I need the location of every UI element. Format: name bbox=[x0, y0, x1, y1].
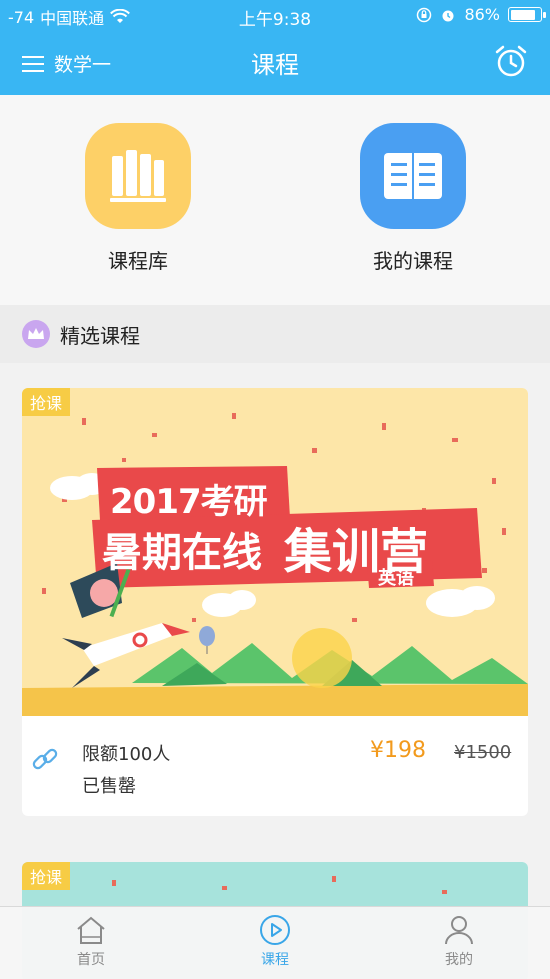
course-price: ¥198 bbox=[370, 738, 426, 763]
banner-artwork bbox=[22, 413, 528, 716]
tab-home-label: 首页 bbox=[77, 952, 105, 968]
battery-percent: 86% bbox=[464, 5, 500, 24]
home-icon bbox=[77, 916, 105, 944]
page-title: 课程 bbox=[251, 51, 299, 79]
link-icon bbox=[32, 748, 58, 770]
tab-courses[interactable]: 课程 bbox=[220, 913, 330, 969]
course-tag: 抢课 bbox=[22, 388, 71, 416]
tab-bar: 首页 课程 我的 bbox=[0, 906, 550, 979]
course-tag: 抢课 bbox=[22, 862, 71, 890]
course-card[interactable]: 抢课 bbox=[22, 388, 528, 816]
quick-entry-panel: 课程库 我的课程 bbox=[0, 95, 550, 305]
alarm-status-icon bbox=[442, 10, 454, 21]
battery-fill bbox=[510, 9, 535, 20]
alarm-clock-icon[interactable] bbox=[494, 44, 528, 78]
banner-title-line1: 2017考研 bbox=[110, 482, 268, 522]
course-library-icon bbox=[85, 123, 191, 229]
book-icon bbox=[360, 123, 466, 229]
banner-subject: 英语 bbox=[378, 568, 414, 589]
tab-home[interactable]: 首页 bbox=[36, 913, 146, 969]
banner-title-line2a: 暑期在线 bbox=[102, 530, 262, 576]
tab-courses-label: 课程 bbox=[261, 952, 289, 968]
section-title: 精选课程 bbox=[60, 323, 140, 348]
my-courses-entry[interactable]: 我的课程 bbox=[343, 123, 483, 274]
tab-profile[interactable]: 我的 bbox=[404, 913, 514, 969]
course-library-entry[interactable]: 课程库 bbox=[68, 123, 208, 274]
my-courses-label: 我的课程 bbox=[373, 249, 453, 273]
course-banner: 抢课 bbox=[22, 388, 528, 716]
course-library-label: 课程库 bbox=[108, 249, 168, 273]
course-info: 限额100人 已售罄 ¥198 ¥1500 bbox=[22, 716, 528, 816]
tab-profile-label: 我的 bbox=[445, 952, 473, 968]
featured-section-header: 精选课程 bbox=[0, 305, 550, 363]
app-header: -74 中国联通 上午9:38 86% 数学一 课程 bbox=[0, 0, 550, 95]
battery-icon bbox=[508, 7, 546, 22]
course-status: 已售罄 bbox=[82, 776, 136, 797]
status-bar: -74 中国联通 上午9:38 86% bbox=[0, 0, 550, 30]
crown-icon bbox=[22, 320, 50, 348]
course-quota: 限额100人 bbox=[82, 744, 171, 765]
course-original-price: ¥1500 bbox=[454, 742, 512, 763]
person-icon bbox=[445, 916, 473, 945]
nav-bar: 数学一 课程 bbox=[0, 36, 550, 88]
rotation-lock-icon bbox=[417, 7, 432, 22]
play-circle-icon bbox=[260, 915, 290, 945]
